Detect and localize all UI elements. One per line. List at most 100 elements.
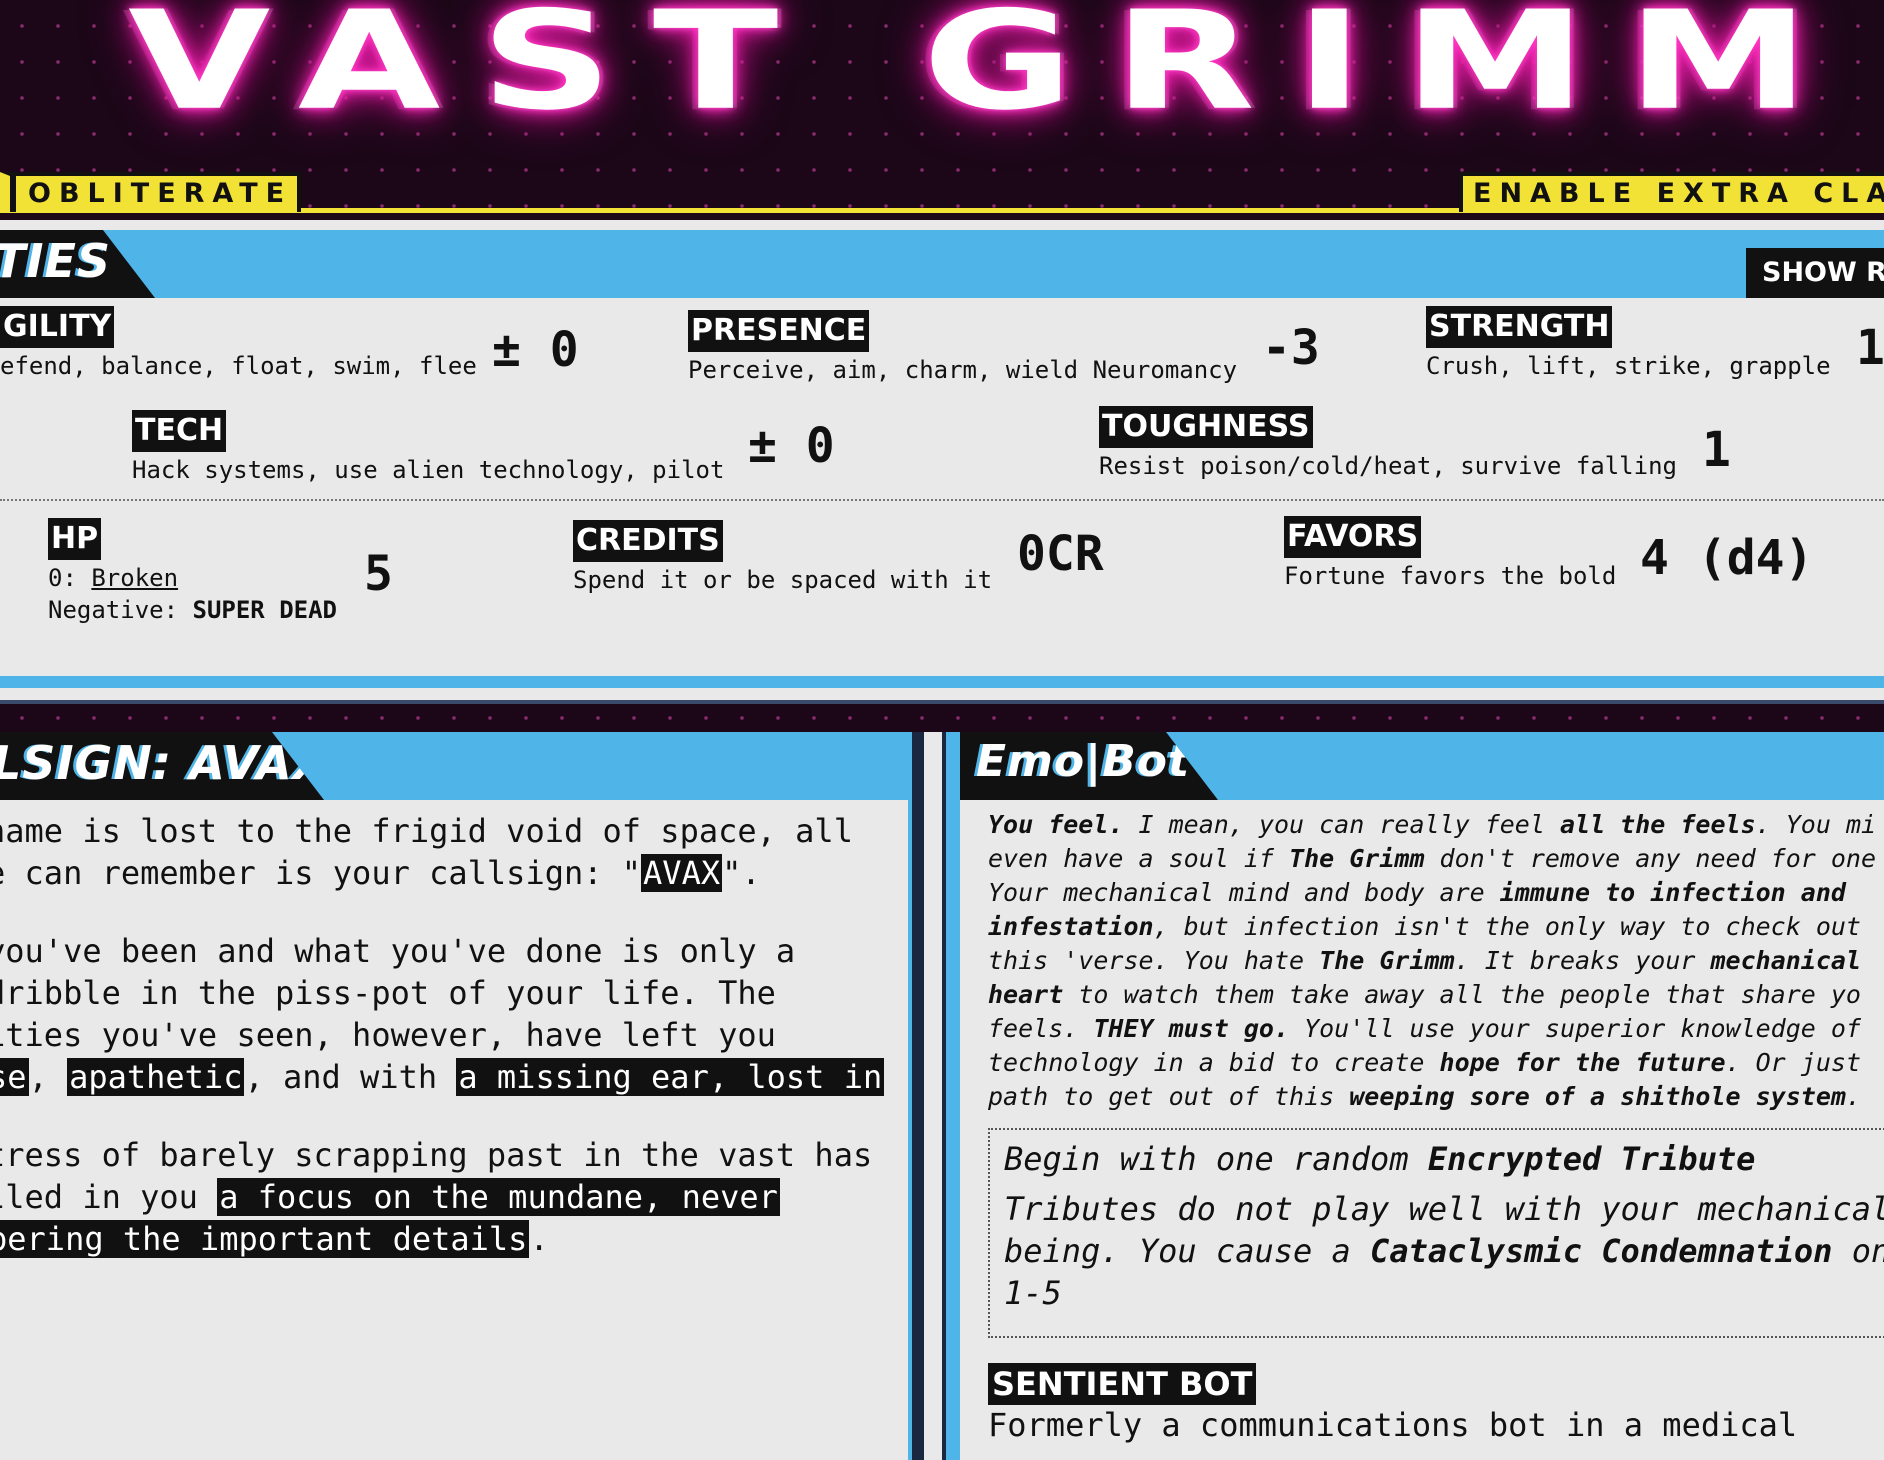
text-line: se, apathetic, and with a missing ear, l… bbox=[0, 1056, 886, 1098]
stat-description: Hack systems, use alien technology, pilo… bbox=[132, 456, 725, 484]
text-fragment: even have a soul if bbox=[988, 844, 1290, 873]
stat-toughness-value[interactable]: 1 bbox=[1702, 422, 1731, 478]
stat-description: efend, balance, float, swim, flee bbox=[0, 352, 477, 380]
stat-name: CREDITS bbox=[573, 520, 723, 562]
stat-tech-value[interactable]: ± 0 bbox=[748, 418, 835, 474]
trait-highlight: se bbox=[0, 1058, 29, 1096]
enable-extra-class-button[interactable]: ENABLE EXTRA CLA bbox=[1459, 172, 1884, 212]
stat-description: Perceive, aim, charm, wield Neuromancy bbox=[688, 356, 1238, 384]
stat-strength-value[interactable]: 1 bbox=[1856, 320, 1884, 376]
section-tab: LSIGN: AVAX bbox=[0, 732, 324, 800]
emphasis: infestation bbox=[988, 912, 1154, 941]
stat-toughness: TOUGHNESS Resist poison/cold/heat, survi… bbox=[1099, 406, 1677, 480]
tribute-line: Begin with one random Encrypted Tribute bbox=[1004, 1138, 1884, 1180]
emphasis: THEY must go. bbox=[1093, 1014, 1290, 1043]
hp-broken-link[interactable]: Broken bbox=[91, 564, 178, 592]
text-line: this 'verse. You hate The Grimm. It brea… bbox=[988, 944, 1884, 978]
text-fragment: . It breaks your bbox=[1454, 946, 1711, 975]
text-fragment: technology in a bid to create bbox=[988, 1048, 1440, 1077]
trait-highlight: apathetic bbox=[67, 1058, 245, 1096]
abilities-title: TIES bbox=[0, 234, 112, 288]
text-line: heart to watch them take away all the pe… bbox=[988, 978, 1884, 1012]
text-line: ities you've seen, however, have left yo… bbox=[0, 1016, 776, 1054]
stat-name: STRENGTH bbox=[1426, 306, 1613, 348]
stat-presence-value[interactable]: -3 bbox=[1262, 320, 1320, 376]
stat-hp-value[interactable]: 5 bbox=[364, 546, 393, 602]
stat-description: Resist poison/cold/heat, survive falling bbox=[1099, 452, 1677, 480]
section-tab: Emo|Bot bbox=[960, 732, 1218, 800]
text-fragment: feels. bbox=[988, 1014, 1094, 1043]
text-line: even have a soul if The Grimm don't remo… bbox=[988, 842, 1884, 876]
divider bbox=[0, 499, 1884, 501]
trait-highlight: a focus on the mundane, never bbox=[217, 1178, 780, 1216]
section-divider-strip bbox=[0, 700, 1884, 732]
stat-tech: TECH Hack systems, use alien technology,… bbox=[132, 410, 724, 484]
callsign-body: name is lost to the frigid void of space… bbox=[0, 800, 908, 1460]
abilities-section-header: TIES bbox=[0, 230, 1884, 298]
emphasis: The Grimm bbox=[1319, 946, 1455, 975]
text-line: Your mechanical mind and body are immune… bbox=[988, 876, 1884, 910]
stat-description: Spend it or be spaced with it bbox=[573, 566, 993, 594]
text-line: technology in a bid to create hope for t… bbox=[988, 1046, 1884, 1080]
stat-description: Crush, lift, strike, grapple bbox=[1426, 352, 1831, 380]
emphasis: all the feels bbox=[1559, 810, 1756, 839]
trait-highlight: a missing ear, lost in bbox=[456, 1058, 885, 1096]
tribute-box: Begin with one random Encrypted Tribute … bbox=[988, 1128, 1884, 1338]
text-fragment: path to get out of this bbox=[988, 1082, 1350, 1111]
text-fragment: e can remember is your callsign: " bbox=[0, 854, 642, 892]
text-line: lled in you a focus on the mundane, neve… bbox=[0, 1176, 886, 1218]
stat-name: HP bbox=[48, 518, 102, 560]
callsign-paragraph-2: you've been and what you've done is only… bbox=[0, 930, 886, 1140]
text-fragment: lled in you bbox=[0, 1178, 218, 1216]
stat-name: TOUGHNESS bbox=[1099, 406, 1313, 448]
stat-description: Fortune favors the bold bbox=[1284, 562, 1617, 590]
emphasis: The Grimm bbox=[1289, 844, 1425, 873]
abilities-panel: GILITY efend, balance, float, swim, flee… bbox=[0, 298, 1884, 688]
text-fragment: , but infection isn't the only way to ch… bbox=[1153, 912, 1861, 941]
text-line: infestation, but infection isn't the onl… bbox=[988, 910, 1884, 944]
emphasis: You feel. bbox=[988, 810, 1124, 839]
obliterate-button[interactable]: OBLITERATE bbox=[0, 172, 301, 212]
text-fragment: to watch them take away all the people t… bbox=[1063, 980, 1861, 1009]
text-line: path to get out of this weeping sore of … bbox=[988, 1080, 1884, 1114]
stat-name: TECH bbox=[132, 410, 227, 452]
hp-zero-line: 0: Broken bbox=[48, 564, 337, 592]
text-fragment: . Or just bbox=[1725, 1048, 1861, 1077]
text-fragment: Begin with one random bbox=[1004, 1140, 1428, 1178]
text-fragment: . bbox=[529, 1220, 549, 1258]
stat-name: PRESENCE bbox=[688, 310, 870, 352]
section-tab: TIES bbox=[0, 230, 155, 298]
tribute-line: 1-5 bbox=[1004, 1274, 1062, 1312]
stat-presence: PRESENCE Perceive, aim, charm, wield Neu… bbox=[688, 310, 1237, 384]
sentient-bot-text: Formerly a communications bot in a medic… bbox=[988, 1406, 1798, 1444]
callsign-highlight: AVAX bbox=[641, 854, 723, 892]
cataclysmic-condemnation-term: Cataclysmic Condemnation bbox=[1370, 1232, 1833, 1270]
tribute-line: Tributes do not play well with your mech… bbox=[1004, 1190, 1884, 1228]
text-fragment: being. You cause a bbox=[1004, 1232, 1371, 1270]
stat-credits-value[interactable]: 0CR bbox=[1017, 526, 1104, 582]
text-fragment: . You mi bbox=[1755, 810, 1877, 839]
stat-name: GILITY bbox=[0, 306, 115, 348]
text-line: e can remember is your callsign: "AVAX". bbox=[0, 852, 886, 894]
stat-favors-value[interactable]: 4 (d4) bbox=[1640, 530, 1813, 586]
stat-favors: FAVORS Fortune favors the bold bbox=[1284, 516, 1616, 590]
text-line: name is lost to the frigid void of space… bbox=[0, 812, 853, 850]
text-fragment: , and with bbox=[244, 1058, 457, 1096]
sentient-bot-heading: SENTIENT BOT bbox=[988, 1363, 1257, 1405]
header-banner: VAST GRIMM OBLITERATE ENABLE EXTRA CLA bbox=[0, 0, 1884, 220]
emphasis: hope for the future bbox=[1439, 1048, 1726, 1077]
show-rolls-button[interactable]: SHOW RO bbox=[1746, 248, 1884, 298]
text-fragment: Your mechanical mind and body are bbox=[988, 878, 1500, 907]
text-fragment: I mean, you can really feel bbox=[1123, 810, 1560, 839]
emphasis: heart bbox=[988, 980, 1064, 1009]
emobot-title: Emo|Bot bbox=[976, 736, 1191, 787]
hp-negative-state: SUPER DEAD bbox=[192, 596, 338, 624]
stat-agility-value[interactable]: ± 0 bbox=[492, 322, 579, 378]
emphasis: mechanical bbox=[1710, 946, 1861, 975]
emphasis: immune to infection and bbox=[1499, 878, 1846, 907]
text-fragment: this 'verse. You hate bbox=[988, 946, 1320, 975]
stat-credits: CREDITS Spend it or be spaced with it bbox=[573, 520, 992, 594]
text-line: you've been and what you've done is only… bbox=[0, 932, 796, 970]
callsign-paragraph-3: tress of barely scrapping past in the va… bbox=[0, 1134, 886, 1260]
text-fragment: , bbox=[28, 1058, 68, 1096]
